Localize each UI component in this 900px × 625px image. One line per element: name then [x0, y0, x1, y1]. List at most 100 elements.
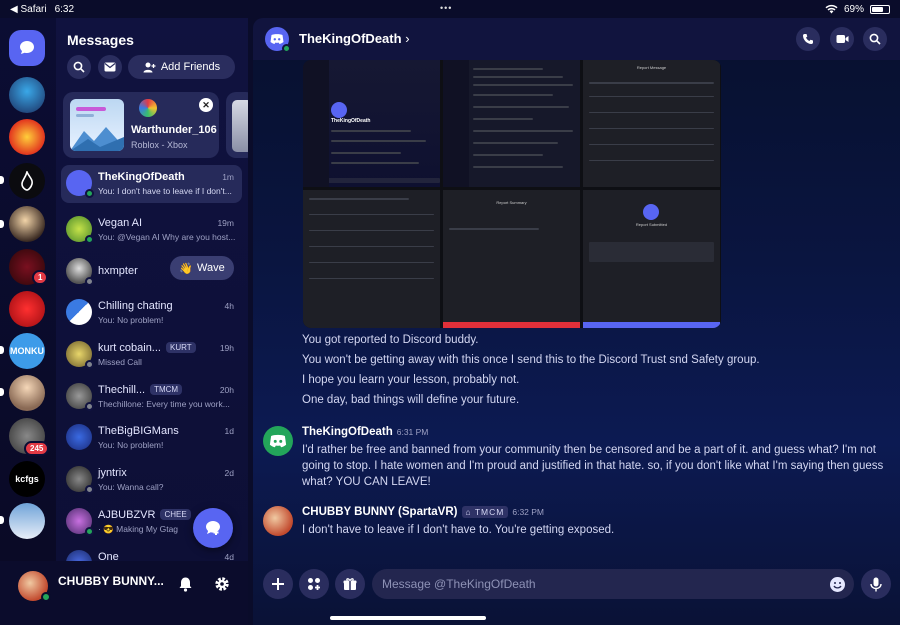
attachment-image[interactable]: Report Summary: [443, 190, 580, 328]
wifi-icon: [825, 4, 838, 14]
image-attachment-grid[interactable]: TheKingOfDeath Report Message Report Sum…: [303, 60, 721, 328]
message-composer: Message @TheKingOfDeath: [253, 566, 900, 625]
flame-icon: [21, 171, 33, 191]
wave-button[interactable]: 👋 Wave: [170, 256, 234, 280]
plus-icon: [272, 578, 284, 590]
clock: 6:32: [54, 3, 75, 15]
activity-user: Warthunder_106: [131, 124, 217, 136]
clan-tag: TMCM: [150, 384, 183, 395]
avatar: [66, 424, 92, 450]
apps-icon: [308, 578, 320, 590]
microphone-icon: [870, 577, 882, 591]
gift-icon: [343, 578, 357, 590]
attachment-image[interactable]: [443, 60, 580, 187]
waving-hand-icon: 👋: [179, 262, 193, 275]
messages-title: Messages: [67, 32, 134, 48]
clan-tag: KURT: [165, 342, 196, 353]
attachment-image[interactable]: [303, 190, 440, 328]
dm-list-item[interactable]: Thechill... TMCM Thechillone: Every time …: [61, 378, 242, 416]
server-icon[interactable]: [9, 206, 45, 242]
server-icon[interactable]: kcfgs: [9, 461, 45, 497]
message-timestamp: 6:32 PM: [512, 507, 545, 517]
search-icon: [73, 61, 85, 73]
message-author[interactable]: TheKingOfDeath 6:31 PM: [302, 426, 428, 438]
message-text: You got reported to Discord buddy.: [302, 334, 479, 346]
attach-button[interactable]: [263, 569, 293, 599]
voice-message-button[interactable]: [861, 569, 891, 599]
battery-icon: [870, 4, 890, 14]
home-indicator[interactable]: [330, 616, 486, 620]
server-rail: 1 MONKU 245 kcfgs: [0, 18, 56, 561]
server-icon[interactable]: [9, 375, 45, 411]
gear-icon[interactable]: [214, 576, 230, 592]
message-text: I hope you learn your lesson, probably n…: [302, 374, 520, 386]
message-timestamp: 6:31 PM: [396, 427, 429, 437]
server-icon[interactable]: [9, 119, 45, 155]
gift-button[interactable]: [335, 569, 365, 599]
message-text: One day, bad things will define your fut…: [302, 394, 520, 406]
clan-tag: ⌂ TMCM: [461, 506, 509, 518]
mention-badge: 245: [24, 441, 50, 456]
avatar: [66, 550, 92, 561]
clan-tag: CHEE: [160, 509, 191, 520]
battery-percent: 69%: [843, 3, 864, 15]
video-call-button[interactable]: [830, 27, 854, 51]
chat-title[interactable]: TheKingOfDeath ›: [299, 31, 410, 46]
new-chat-icon: [206, 521, 220, 535]
discord-logo-icon: [269, 434, 287, 448]
user-name: CHUBBY BUNNY...: [58, 574, 164, 588]
dm-list-item[interactable]: Chilling chating You: No problem! 4h: [61, 294, 242, 332]
search-button[interactable]: [67, 55, 91, 79]
dm-list-item[interactable]: TheKingOfDeath You: I don't have to leav…: [61, 165, 242, 203]
add-friends-button[interactable]: Add Friends: [128, 55, 235, 79]
dm-list-item[interactable]: TheBigBIGMans You: No problem! 1d: [61, 419, 242, 457]
user-panel: CHUBBY BUNNY...: [0, 561, 248, 625]
video-camera-icon: [836, 35, 848, 43]
server-icon[interactable]: [9, 291, 45, 327]
avatar: [66, 299, 92, 325]
chat-header: TheKingOfDeath ›: [253, 18, 900, 60]
server-icon[interactable]: [9, 163, 45, 199]
emoji-icon[interactable]: [829, 576, 846, 593]
message-input[interactable]: Message @TheKingOfDeath: [372, 569, 854, 599]
dm-home-button[interactable]: [9, 30, 45, 66]
new-message-button[interactable]: [193, 508, 233, 548]
message-text: You won't be getting away with this once…: [302, 354, 760, 366]
search-icon: [869, 33, 881, 45]
server-icon[interactable]: [9, 77, 45, 113]
attachment-image[interactable]: Report Submitted: [583, 190, 720, 328]
voice-call-button[interactable]: [796, 27, 820, 51]
search-button[interactable]: [863, 27, 887, 51]
chat-bubble-icon: [20, 41, 34, 54]
phone-icon: [803, 34, 813, 44]
attachment-image[interactable]: Report Message: [583, 60, 720, 187]
author-avatar[interactable]: [263, 426, 293, 456]
activity-card[interactable]: [226, 92, 248, 158]
dm-list-item[interactable]: kurt cobain... KURT Missed Call 19h: [61, 336, 242, 374]
attachment-image[interactable]: TheKingOfDeath: [303, 60, 440, 187]
dm-list-item[interactable]: Vegan AI You: @Vegan AI Why are you host…: [61, 211, 242, 249]
mention-badge: 1: [32, 270, 49, 285]
dm-panel: Messages Add Friends ✕ Warthunder_106 Ro…: [56, 18, 248, 561]
chevron-right-icon: ›: [405, 31, 410, 46]
dm-list-item[interactable]: hxmpter 👋 Wave: [61, 253, 242, 291]
author-avatar[interactable]: [263, 506, 293, 536]
multitasking-dots[interactable]: •••: [440, 3, 452, 13]
activity-game: Roblox - Xbox: [131, 140, 188, 150]
add-person-icon: [143, 62, 156, 72]
dm-list-item[interactable]: jyntrix You: Wanna call? 2d: [61, 461, 242, 499]
message-author[interactable]: CHUBBY BUNNY (SpartaVR) ⌂ TMCM 6:32 PM: [302, 506, 544, 518]
apps-button[interactable]: [299, 569, 329, 599]
activity-thumbnail: [70, 99, 124, 151]
house-icon: ⌂: [465, 507, 472, 517]
activity-card[interactable]: ✕ Warthunder_106 Roblox - Xbox: [63, 92, 219, 158]
inbox-button[interactable]: [98, 55, 122, 79]
server-icon[interactable]: [9, 503, 45, 539]
message-text: I'd rather be free and banned from your …: [302, 444, 884, 488]
bell-icon[interactable]: [178, 576, 193, 592]
server-icon[interactable]: MONKU: [9, 333, 45, 369]
back-to-safari-link[interactable]: ◀ Safari: [10, 4, 47, 15]
activity-avatar: [139, 99, 157, 117]
envelope-icon: [104, 62, 116, 72]
chat-area: TheKingOfDeath › TheKingOfDeath Report M…: [253, 18, 900, 625]
